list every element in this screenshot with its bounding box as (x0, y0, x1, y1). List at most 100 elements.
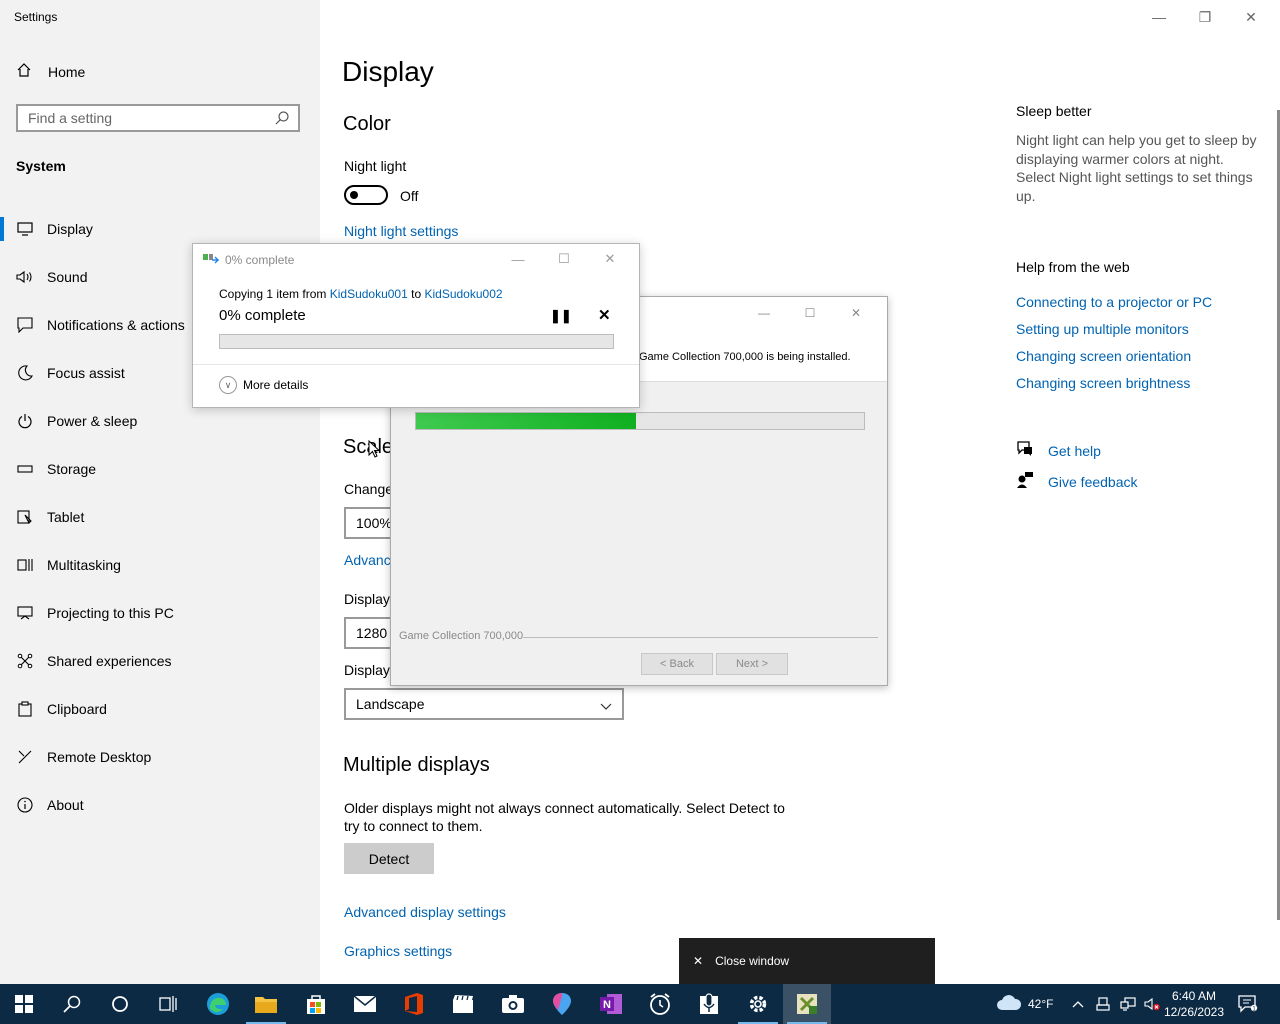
installer-progress-fill (416, 413, 636, 429)
orientation-dropdown[interactable]: Landscape (344, 688, 624, 720)
help-link-orientation[interactable]: Changing screen orientation (1016, 348, 1191, 364)
copy-destination-link[interactable]: KidSudoku002 (424, 287, 502, 301)
close-icon[interactable]: ✕ (833, 303, 879, 323)
copy-files-icon (203, 252, 220, 267)
copy-source-link[interactable]: KidSudoku001 (330, 287, 408, 301)
settings-gear-icon[interactable] (734, 984, 782, 1024)
office-icon[interactable] (390, 984, 438, 1024)
next-button[interactable]: Next > (716, 653, 788, 675)
cancel-copy-icon[interactable]: ✕ (598, 306, 611, 324)
sidebar-item-clipboard[interactable]: Clipboard (0, 685, 320, 733)
installer-app-icon[interactable] (783, 984, 831, 1024)
copy-dialog-title: 0% complete (203, 252, 294, 267)
sidebar-item-label: Tablet (47, 509, 85, 525)
sidebar-item-tablet[interactable]: Tablet (0, 493, 320, 541)
copy-dialog-title-text: 0% complete (225, 252, 295, 267)
edge-icon[interactable] (194, 984, 242, 1024)
sidebar-item-label: Multitasking (47, 557, 121, 573)
sidebar-item-label: Sound (47, 269, 88, 285)
monitor-icon (16, 220, 34, 238)
graphics-settings-link[interactable]: Graphics settings (344, 943, 452, 959)
windows-start-icon[interactable] (0, 984, 48, 1024)
sleep-better-heading: Sleep better (1016, 103, 1092, 119)
orientation-label: Display (344, 662, 390, 678)
clock-time: 6:40 AM (1171, 989, 1217, 1003)
task-view-icon[interactable] (144, 984, 192, 1024)
close-window-jumplist-item[interactable]: ✕ Close window (679, 938, 935, 984)
chevron-up-icon[interactable] (1072, 1000, 1086, 1008)
usb-device-icon[interactable] (1096, 997, 1110, 1011)
onenote-icon[interactable]: N (587, 984, 635, 1024)
app-title: Settings (14, 10, 58, 24)
alarms-clock-icon[interactable] (636, 984, 684, 1024)
maps-icon[interactable] (538, 984, 586, 1024)
tablet-icon (16, 508, 34, 526)
help-link-brightness[interactable]: Changing screen brightness (1016, 375, 1190, 391)
copy-progress-dialog: 0% complete — ☐ ✕ Copying 1 item from Ki… (192, 243, 640, 408)
maximize-icon: ☐ (558, 251, 570, 266)
chat-help-icon (1016, 440, 1034, 461)
advanced-display-settings-link[interactable]: Advanced display settings (344, 904, 506, 920)
copy-description: Copying 1 item from KidSudoku001 to KidS… (219, 287, 503, 301)
taskbar-clock[interactable]: 6:40 AM 12/26/2023 (1160, 988, 1228, 1020)
detect-button[interactable]: Detect (344, 843, 434, 874)
maximize-icon[interactable]: ☐ (787, 303, 833, 323)
sidebar-item-about[interactable]: About (0, 781, 320, 829)
home-nav-item[interactable]: Home (16, 62, 85, 81)
copy-divider (193, 364, 639, 365)
sidebar-item-label: Storage (47, 461, 97, 477)
sidebar-item-remote-desktop[interactable]: Remote Desktop (0, 733, 320, 781)
minimize-icon[interactable]: — (741, 303, 787, 323)
pause-icon[interactable]: ❚❚ (550, 308, 572, 324)
network-icon[interactable] (1120, 997, 1136, 1011)
cortana-icon[interactable] (96, 984, 144, 1024)
movies-tv-icon[interactable] (439, 984, 487, 1024)
home-label: Home (48, 63, 86, 80)
give-feedback-link[interactable]: Give feedback (1016, 471, 1138, 492)
camera-icon[interactable] (489, 984, 537, 1024)
installer-message: Game Collection 700,000 is being install… (639, 351, 851, 363)
give-feedback-label: Give feedback (1048, 473, 1138, 490)
voice-recorder-icon[interactable] (685, 984, 733, 1024)
speaker-icon (16, 268, 34, 286)
copy-progress-bar (219, 334, 614, 349)
projecting-icon (16, 604, 34, 622)
close-icon[interactable]: ✕ (587, 248, 633, 270)
multiple-displays-text-2: try to connect to them. (344, 818, 483, 834)
back-button[interactable]: < Back (641, 653, 713, 675)
installer-divider (523, 637, 878, 638)
sidebar-item-label: About (47, 797, 84, 813)
search-input[interactable] (18, 106, 278, 130)
get-help-link[interactable]: Get help (1016, 440, 1101, 461)
advanced-scaling-link[interactable]: Advanc (344, 552, 391, 568)
file-explorer-icon[interactable] (242, 984, 290, 1024)
search-icon[interactable] (48, 984, 96, 1024)
help-link-projector[interactable]: Connecting to a projector or PC (1016, 294, 1212, 310)
minimize-icon[interactable]: — (495, 248, 541, 270)
sidebar-item-shared-experiences[interactable]: Shared experiences (0, 637, 320, 685)
store-icon[interactable] (292, 984, 340, 1024)
mail-icon[interactable] (341, 984, 389, 1024)
volume-muted-icon[interactable] (1144, 997, 1160, 1011)
help-link-multiple-monitors[interactable]: Setting up multiple monitors (1016, 321, 1189, 337)
minimize-icon[interactable]: — (1136, 6, 1182, 28)
night-light-settings-link[interactable]: Night light settings (344, 223, 458, 239)
sidebar-item-projecting[interactable]: Projecting to this PC (0, 589, 320, 637)
search-box[interactable] (16, 104, 300, 132)
night-light-toggle[interactable] (344, 185, 388, 205)
action-center-icon[interactable]: 1 (1238, 984, 1258, 1024)
feedback-icon (1016, 471, 1034, 492)
chevron-down-icon (600, 698, 612, 714)
restore-icon[interactable]: ❐ (1182, 6, 1228, 28)
weather-temperature: 42°F (1028, 997, 1054, 1011)
more-details-toggle[interactable]: ∨ More details (219, 376, 308, 394)
sidebar-item-label: Remote Desktop (47, 749, 152, 765)
info-icon (16, 796, 34, 814)
sidebar-item-multitasking[interactable]: Multitasking (0, 541, 320, 589)
night-light-state: Off (400, 188, 419, 204)
sidebar-item-storage[interactable]: Storage (0, 445, 320, 493)
search-icon[interactable] (274, 110, 290, 126)
close-icon[interactable]: ✕ (1228, 6, 1274, 28)
weather-widget[interactable]: 42°F (996, 984, 1053, 1024)
chevron-down-icon: ∨ (219, 376, 237, 394)
